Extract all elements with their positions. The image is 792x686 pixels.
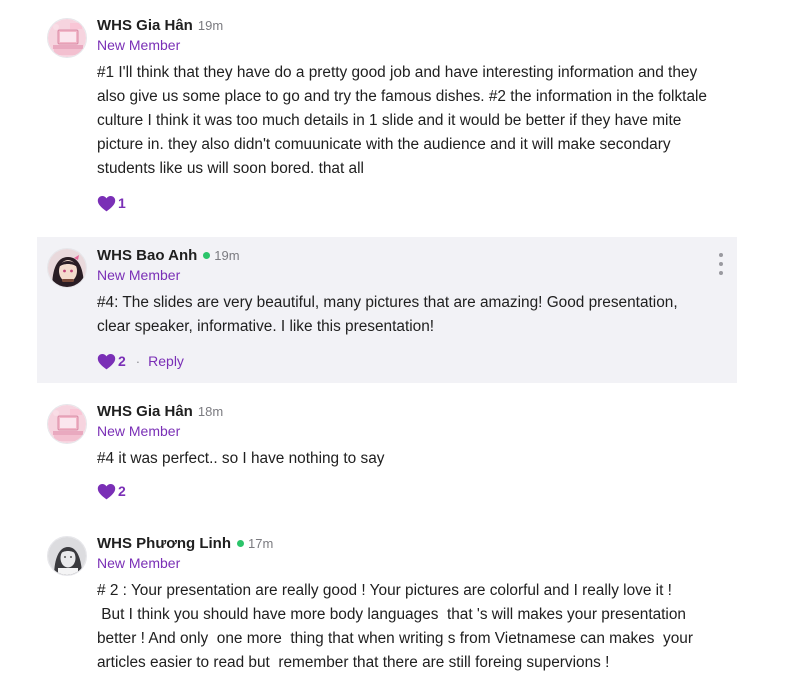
- reactions: 2 · Reply: [97, 351, 713, 371]
- comment-text: #4: The slides are very beautiful, many …: [97, 294, 682, 335]
- like-count: 2: [118, 353, 126, 369]
- reactions: 1: [97, 193, 713, 213]
- comment-body: # 2 : Your presentation are really good …: [97, 579, 713, 675]
- heart-icon[interactable]: [97, 483, 116, 500]
- member-role: New Member: [97, 267, 181, 283]
- grayscale-portrait-avatar-icon[interactable]: [47, 536, 87, 576]
- author-name[interactable]: WHS Gia Hân: [97, 17, 193, 34]
- comment-body: #1 I'll think that they have do a pretty…: [97, 61, 713, 181]
- laptop-avatar-icon[interactable]: [47, 404, 87, 444]
- online-status-icon: [203, 251, 211, 259]
- comment: WHS Gia Hân 19m New Member #1 I'll think…: [37, 14, 737, 222]
- timestamp: 17m: [248, 535, 274, 551]
- author-name[interactable]: WHS Gia Hân: [97, 403, 193, 420]
- author-name[interactable]: WHS Bao Anh: [97, 247, 197, 264]
- comment-text: But I think you should have more body la…: [97, 606, 698, 671]
- anime-girl-avatar-icon[interactable]: [47, 248, 87, 288]
- comment: WHS Phương Linh 17m New Member # 2 : You…: [37, 532, 737, 686]
- like-count: 1: [118, 195, 126, 211]
- timestamp: 18m: [197, 403, 224, 419]
- laptop-avatar-icon[interactable]: [47, 18, 87, 58]
- comment: WHS Bao Anh 19m New Member #4: The slide…: [37, 237, 737, 383]
- member-role: New Member: [97, 423, 181, 439]
- reply-button[interactable]: Reply: [148, 353, 184, 369]
- more-options-icon[interactable]: [717, 253, 725, 275]
- comment-body: #4: The slides are very beautiful, many …: [97, 291, 713, 339]
- reactions: 2: [97, 481, 713, 501]
- comment-text: #4 it was perfect.. so I have nothing to…: [97, 450, 385, 467]
- comment-text: #1 I'll think that they have do a pretty…: [97, 64, 712, 177]
- online-status-icon: [237, 539, 245, 547]
- comment-text: # 2 : Your presentation are really good …: [97, 582, 672, 599]
- heart-icon[interactable]: [97, 353, 116, 370]
- author-name[interactable]: WHS Phương Linh: [97, 535, 231, 552]
- member-role: New Member: [97, 555, 181, 571]
- like-count: 2: [118, 483, 126, 499]
- timestamp: 19m: [197, 17, 224, 33]
- comment-body: #4 it was perfect.. so I have nothing to…: [97, 447, 713, 471]
- separator-dot: ·: [135, 353, 141, 369]
- member-role: New Member: [97, 37, 181, 53]
- timestamp: 19m: [214, 247, 240, 263]
- comment: WHS Gia Hân 18m New Member #4 it was per…: [37, 400, 737, 510]
- heart-icon[interactable]: [97, 195, 116, 212]
